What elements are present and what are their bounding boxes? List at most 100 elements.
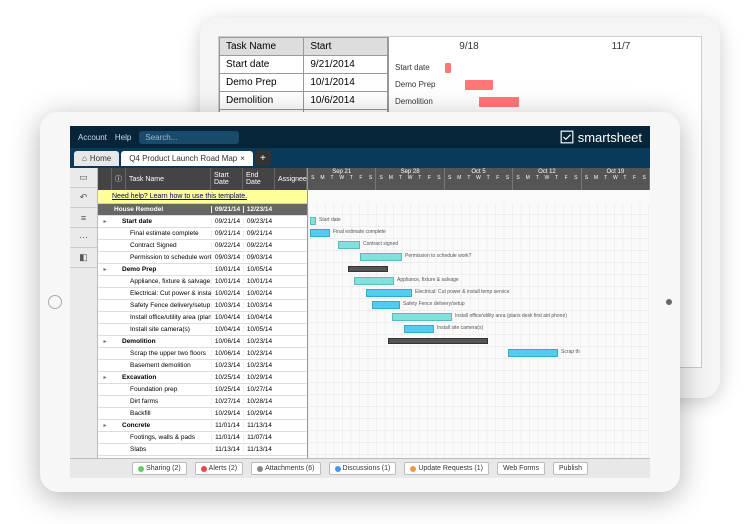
task-row[interactable]: Dirt farms10/27/1410/28/14: [98, 396, 307, 408]
task-row[interactable]: ▸Demolition10/06/1410/23/14: [98, 336, 307, 348]
task-row[interactable]: Install site camera(s)10/04/1410/05/14: [98, 324, 307, 336]
task-row[interactable]: Electrical: Cut power & install temp ser…: [98, 288, 307, 300]
tab-alerts[interactable]: Alerts (2): [195, 462, 243, 475]
toolbar-btn-2[interactable]: ↶: [70, 188, 97, 208]
tab-home[interactable]: ⌂Home: [74, 151, 119, 166]
toolbar-btn-3[interactable]: ≡: [70, 208, 97, 228]
gantt-row: [308, 419, 650, 431]
gantt-row: Install office/utility area (plans desk …: [308, 311, 650, 323]
task-row[interactable]: Slabs11/13/1411/13/14: [98, 444, 307, 456]
gantt-row: [308, 455, 650, 458]
gantt-row: [308, 335, 650, 347]
task-row[interactable]: Contract Signed09/22/1409/22/14: [98, 240, 307, 252]
task-row[interactable]: ▸House Remodel09/21/1412/23/14: [98, 204, 307, 216]
tab-attachments[interactable]: Attachments (6): [251, 462, 320, 475]
header-task[interactable]: Task Name: [126, 168, 211, 190]
help-banner[interactable]: Need help? Learn how to use this templat…: [98, 190, 307, 204]
gantt-bar[interactable]: [360, 253, 402, 261]
gantt-bar[interactable]: [310, 229, 330, 237]
gantt-row: Electrical: Cut power & install temp ser…: [308, 287, 650, 299]
task-row[interactable]: ▸Pre backfill11/13/1411/13/14: [98, 456, 307, 458]
table-cell[interactable]: 9/21/2014: [304, 56, 388, 74]
task-row[interactable]: Footings, walls & pads11/01/1411/07/14: [98, 432, 307, 444]
tab-strip: ⌂Home Q4 Product Launch Road Map× +: [70, 148, 650, 168]
task-row[interactable]: Backfill10/29/1410/29/14: [98, 408, 307, 420]
tab-update-requests[interactable]: Update Requests (1): [404, 462, 489, 475]
gantt-row: Permission to schedule work?: [308, 251, 650, 263]
close-icon[interactable]: ×: [240, 154, 245, 163]
tablet-camera: [666, 299, 672, 305]
gantt-bar[interactable]: [445, 63, 451, 73]
task-row[interactable]: Final estimate complete09/21/1409/21/14: [98, 228, 307, 240]
tablet-home-button[interactable]: [48, 295, 62, 309]
week-header: Sep 28SMTWTFS: [376, 168, 444, 190]
gantt-bar[interactable]: [372, 301, 400, 309]
table-cell[interactable]: Demolition: [220, 92, 304, 110]
task-row[interactable]: Install office/utility area (plans desk …: [98, 312, 307, 324]
task-row[interactable]: Safety Fence delivery/setup10/03/1410/03…: [98, 300, 307, 312]
bottom-tabs: Sharing (2) Alerts (2) Attachments (6) D…: [70, 458, 650, 478]
toolbar-btn-1[interactable]: ▭: [70, 168, 97, 188]
gantt-row: [308, 359, 650, 371]
week-header: Oct 19SMTWTFS: [582, 168, 650, 190]
gantt-bar[interactable]: [338, 241, 360, 249]
task-row[interactable]: ▸Concrete11/01/1411/13/14: [98, 420, 307, 432]
table-cell[interactable]: 10/1/2014: [304, 74, 388, 92]
foreground-tablet: Account Help Search... smartsheet ⌂Home …: [40, 112, 680, 492]
table-cell[interactable]: Demo Prep: [220, 74, 304, 92]
tab-web-forms[interactable]: Web Forms: [497, 462, 545, 475]
gantt-row: Start date: [308, 215, 650, 227]
task-row[interactable]: ▸Demo Prep10/01/1410/05/14: [98, 264, 307, 276]
home-icon: ⌂: [82, 154, 87, 163]
back-date-1: 9/18: [393, 41, 545, 59]
gantt-bar[interactable]: [366, 289, 412, 297]
header-end[interactable]: End Date: [243, 168, 275, 190]
gantt-bar[interactable]: [465, 80, 493, 90]
gantt-row-label: Demolition: [393, 97, 443, 106]
gantt-row: [308, 263, 650, 275]
add-tab-button[interactable]: +: [255, 150, 271, 166]
toolbar-btn-5[interactable]: ◧: [70, 248, 97, 268]
app-screen: Account Help Search... smartsheet ⌂Home …: [70, 126, 650, 478]
task-row[interactable]: ▸Excavation10/25/1410/29/14: [98, 372, 307, 384]
gantt-row: Final estimate complete: [308, 227, 650, 239]
header-start[interactable]: Start Date: [211, 168, 243, 190]
table-cell[interactable]: Start date: [220, 56, 304, 74]
task-row[interactable]: Scrap the upper two floors10/06/1410/23/…: [98, 348, 307, 360]
task-row[interactable]: ▸Start date09/21/1409/23/14: [98, 216, 307, 228]
search-input[interactable]: Search...: [139, 131, 239, 144]
task-row[interactable]: Appliance, fixture & salvage10/01/1410/0…: [98, 276, 307, 288]
gantt-row: Contract signed: [308, 239, 650, 251]
grid-header: ⓘ Task Name Start Date End Date Assignee: [98, 168, 307, 190]
gantt-row: [308, 443, 650, 455]
table-cell[interactable]: 10/6/2014: [304, 92, 388, 110]
gantt-bar[interactable]: [479, 97, 519, 107]
gantt-bar[interactable]: [392, 313, 452, 321]
help-link[interactable]: Help: [115, 133, 131, 142]
account-link[interactable]: Account: [78, 133, 107, 142]
gantt-row: [308, 431, 650, 443]
gantt-bar[interactable]: [388, 338, 488, 344]
header-assignee[interactable]: Assignee: [275, 168, 307, 190]
gantt-row: Install site camera(s): [308, 323, 650, 335]
gantt-bar[interactable]: [310, 217, 316, 225]
tab-sheet[interactable]: Q4 Product Launch Road Map×: [121, 151, 253, 166]
gantt-bar[interactable]: [348, 266, 388, 272]
gantt-row: [308, 371, 650, 383]
gantt-row-label: Start date: [393, 63, 443, 72]
week-header: Sep 21SMTWTFS: [308, 168, 376, 190]
tab-sharing[interactable]: Sharing (2): [132, 462, 187, 475]
task-row[interactable]: Permission to schedule work?09/03/1409/0…: [98, 252, 307, 264]
top-bar: Account Help Search... smartsheet: [70, 126, 650, 148]
week-header: Oct 12SMTWTFS: [513, 168, 581, 190]
left-toolbar: ▭ ↶ ≡ ⋯ ◧: [70, 168, 98, 458]
back-date-2: 11/7: [545, 41, 697, 59]
toolbar-btn-4[interactable]: ⋯: [70, 228, 97, 248]
gantt-bar[interactable]: [508, 349, 558, 357]
task-row[interactable]: Foundation prep10/25/1410/27/14: [98, 384, 307, 396]
tab-discussions[interactable]: Discussions (1): [329, 462, 397, 475]
tab-publish[interactable]: Publish: [553, 462, 588, 475]
gantt-bar[interactable]: [354, 277, 394, 285]
gantt-bar[interactable]: [404, 325, 434, 333]
task-row[interactable]: Basement demolition10/23/1410/23/14: [98, 360, 307, 372]
